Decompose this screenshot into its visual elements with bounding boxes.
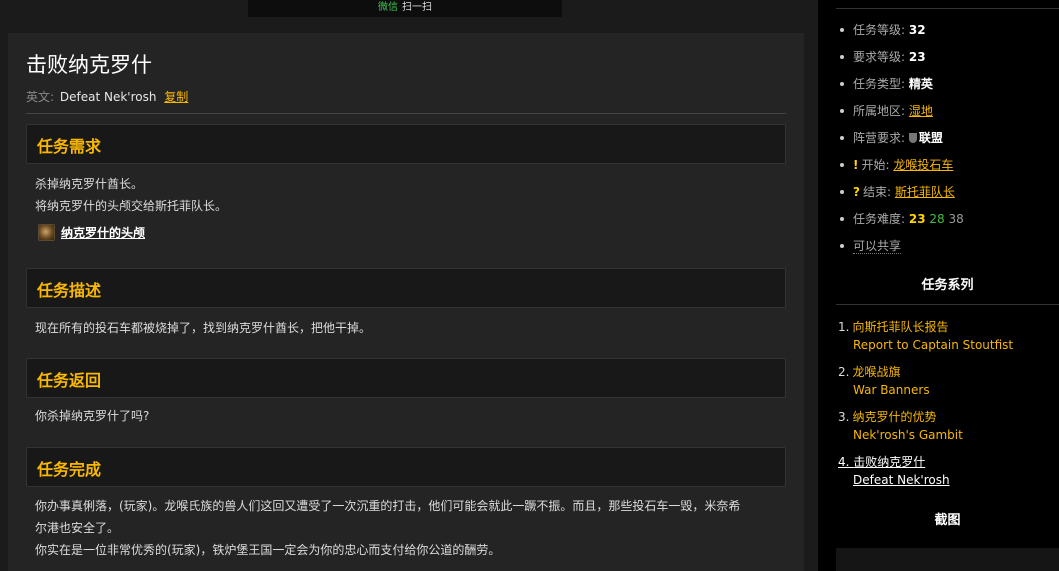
quest-series-list: 1. 向斯托菲队长报告 Report to Captain Stoutfist 2.… xyxy=(838,318,1013,498)
completion-line: 尔港也安全了。 xyxy=(35,521,120,535)
english-name-line: 英文: Defeat Nek'rosh 复制 xyxy=(26,88,188,105)
info-end: ? 结束: 斯托菲队长 xyxy=(840,182,964,209)
scan-label: 扫一扫 xyxy=(402,2,432,13)
requirement-line: 将纳克罗什的头颅交给斯托菲队长。 xyxy=(35,199,228,213)
info-faction: 阵营要求: 联盟 xyxy=(840,128,964,155)
screenshot-area[interactable] xyxy=(836,548,1059,571)
page-title: 击败纳克罗什 xyxy=(26,53,152,77)
wechat-label: 微信 xyxy=(378,2,398,13)
series-item[interactable]: 2. 龙喉战旗 War Banners xyxy=(838,363,1013,408)
section-requirements-title: 任务需求 xyxy=(37,137,102,156)
requirement-line: 杀掉纳克罗什酋长。 xyxy=(35,177,144,191)
info-required-level: 要求等级: 23 xyxy=(840,47,964,74)
english-label: 英文: xyxy=(26,90,55,104)
section-description-title: 任务描述 xyxy=(37,281,102,300)
qr-banner: 微信 扫一扫 xyxy=(248,0,562,17)
info-difficulty: 任务难度: 23 28 38 xyxy=(840,209,964,236)
series-item[interactable]: 1. 向斯托菲队长报告 Report to Captain Stoutfist xyxy=(838,318,1013,363)
question-mark-icon: ? xyxy=(853,185,860,199)
section-requirements-header: 任务需求 xyxy=(26,124,786,164)
section-description-header: 任务描述 xyxy=(26,268,786,308)
info-type: 任务类型: 精英 xyxy=(840,74,964,101)
quest-info-list: 任务等级: 32 要求等级: 23 任务类型: 精英 所属地区: 湿地 阵营要求… xyxy=(840,20,964,263)
quest-item[interactable]: 纳克罗什的头颅 xyxy=(38,224,145,244)
screenshot-title: 截图 xyxy=(934,513,961,528)
quest-item-link[interactable]: 纳克罗什的头颅 xyxy=(61,226,145,240)
alliance-shield-icon xyxy=(908,133,917,143)
completion-line: 你办事真俐落，(玩家)。龙喉氏族的兽人们这回又遭受了一次沉重的打击，他们可能会就… xyxy=(35,499,741,513)
description-text: 现在所有的投石车都被烧掉了，找到纳克罗什酋长，把他干掉。 xyxy=(35,321,372,335)
info-zone: 所属地区: 湿地 xyxy=(840,101,964,128)
section-progress-header: 任务返回 xyxy=(26,358,786,398)
section-completion-header: 任务完成 xyxy=(26,447,786,487)
requirements-text: 杀掉纳克罗什酋长。 将纳克罗什的头颅交给斯托菲队长。 xyxy=(35,173,785,217)
completion-line: 你实在是一位非常优秀的(玩家)，铁炉堡王国一定会为你的忠心而支付给你公道的酬劳。 xyxy=(35,543,501,557)
section-completion-title: 任务完成 xyxy=(37,460,102,479)
series-item-current: 4. 击败纳克罗什 Defeat Nek'rosh xyxy=(838,455,950,487)
head-item-icon xyxy=(38,224,55,241)
english-name: Defeat Nek'rosh xyxy=(59,90,157,104)
completion-text: 你办事真俐落，(玩家)。龙喉氏族的兽人们这回又遭受了一次沉重的打击，他们可能会就… xyxy=(35,495,785,561)
sidebar: 任务等级: 32 要求等级: 23 任务类型: 精英 所属地区: 湿地 阵营要求… xyxy=(818,0,1059,571)
series-item[interactable]: 3. 纳克罗什的优势 Nek'rosh's Gambit xyxy=(838,408,1013,453)
divider xyxy=(26,113,786,114)
section-progress-title: 任务返回 xyxy=(37,371,102,390)
series-title: 任务系列 xyxy=(921,278,974,293)
start-npc-link[interactable]: 龙喉投石车 xyxy=(893,158,953,172)
exclamation-icon: ! xyxy=(853,158,859,172)
progress-text: 你杀掉纳克罗什了吗? xyxy=(35,409,150,423)
zone-link[interactable]: 湿地 xyxy=(909,104,933,118)
info-level: 任务等级: 32 xyxy=(840,20,964,47)
quest-main-panel: 击败纳克罗什 英文: Defeat Nek'rosh 复制 任务需求 杀掉纳克罗… xyxy=(8,33,804,571)
series-divider xyxy=(836,304,1059,305)
end-npc-link[interactable]: 斯托菲队长 xyxy=(895,185,955,199)
info-start: ! 开始: 龙喉投石车 xyxy=(840,155,964,182)
info-shareable: 可以共享 xyxy=(840,236,964,263)
copy-link[interactable]: 复制 xyxy=(164,90,188,104)
sidebar-divider xyxy=(836,8,1059,9)
